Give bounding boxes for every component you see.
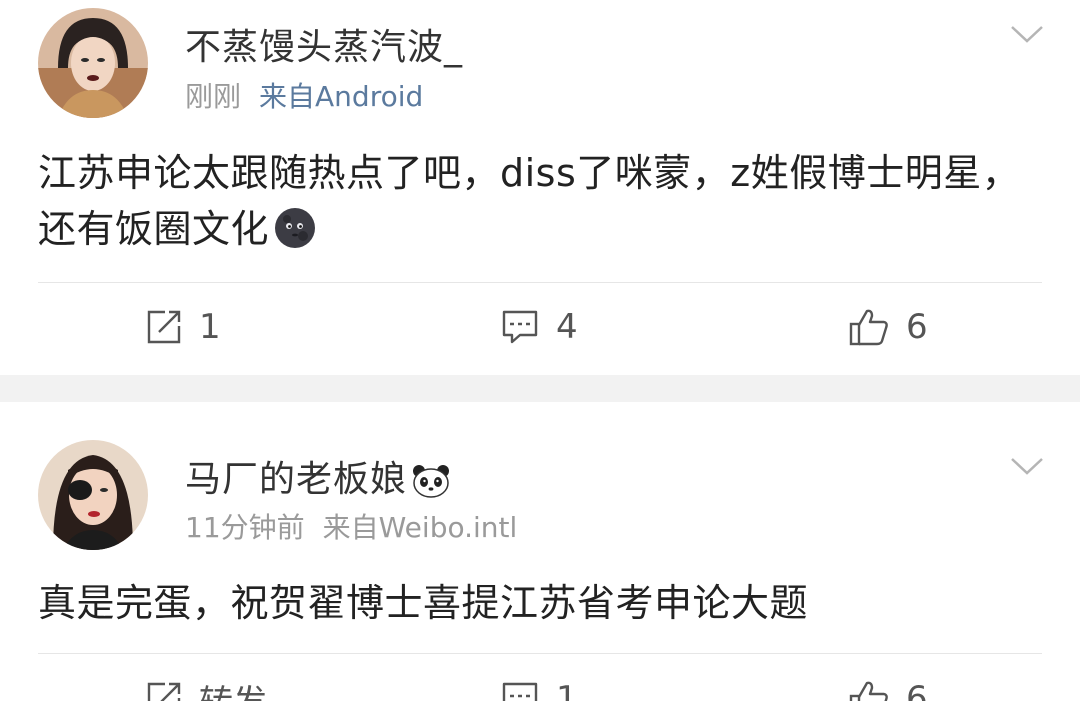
thumbs-up-icon: [849, 681, 888, 701]
post-content: 江苏申论太跟随热点了吧，diss了咪蒙，z姓假博士明星，还有饭圈文化: [38, 145, 1038, 265]
repost-icon: [147, 310, 181, 344]
avatar[interactable]: [38, 8, 148, 118]
comment-icon: [502, 682, 538, 701]
panda-emoji: [411, 463, 451, 508]
post-source[interactable]: 来自Android: [259, 80, 423, 113]
avatar[interactable]: [38, 440, 148, 550]
divider: [38, 653, 1042, 654]
action-bar: 1 4 6: [0, 302, 1080, 352]
post-time: 刚刚: [185, 80, 242, 113]
like-count: 6: [906, 307, 928, 347]
username-text: 马厂的老板娘: [185, 459, 408, 500]
comment-count: 1: [556, 679, 578, 701]
thumbs-up-icon: [849, 309, 888, 346]
comment-count: 4: [556, 307, 578, 347]
comment-icon: [502, 310, 538, 344]
chevron-down-icon[interactable]: [1010, 456, 1044, 476]
post-content: 真是完蛋，祝贺翟博士喜提江苏省考申论大题: [38, 575, 1038, 631]
weibo-post-1: 不蒸馒头蒸汽波_ 刚刚 来自Android 江苏申论太跟随热点了吧，diss了咪蒙…: [0, 0, 1080, 375]
weibo-post-2: 马厂的老板娘 11分钟前 来自Weibo.intl 真是完蛋，祝贺翟博士喜提江苏省…: [0, 402, 1080, 701]
repost-label: 转发: [199, 675, 267, 701]
post-time: 11分钟前: [185, 511, 305, 544]
post-text: 真是完蛋，祝贺翟博士喜提江苏省考申论大题: [38, 581, 809, 625]
like-button[interactable]: 6: [848, 302, 928, 352]
like-button[interactable]: 6: [848, 674, 928, 701]
repost-icon: [147, 682, 181, 701]
comment-button[interactable]: 1: [500, 674, 578, 701]
post-meta: 刚刚 来自Android: [185, 75, 423, 115]
username[interactable]: 马厂的老板娘: [185, 450, 451, 508]
comment-button[interactable]: 4: [500, 302, 578, 352]
chevron-down-icon[interactable]: [1010, 24, 1044, 44]
username[interactable]: 不蒸馒头蒸汽波_: [185, 18, 463, 70]
post-source[interactable]: 来自Weibo.intl: [323, 511, 518, 544]
repost-count: 1: [199, 307, 221, 347]
post-separator: [0, 375, 1080, 402]
divider: [38, 282, 1042, 283]
action-bar: 转发 1 6: [0, 674, 1080, 701]
post-meta: 11分钟前 来自Weibo.intl: [185, 506, 517, 546]
new-moon-face-emoji: [273, 206, 317, 265]
post-text: 江苏申论太跟随热点了吧，diss了咪蒙，z姓假博士明星，还有饭圈文化: [38, 151, 1021, 251]
like-count: 6: [906, 679, 928, 701]
repost-button[interactable]: 转发: [145, 674, 267, 701]
repost-button[interactable]: 1: [145, 302, 221, 352]
